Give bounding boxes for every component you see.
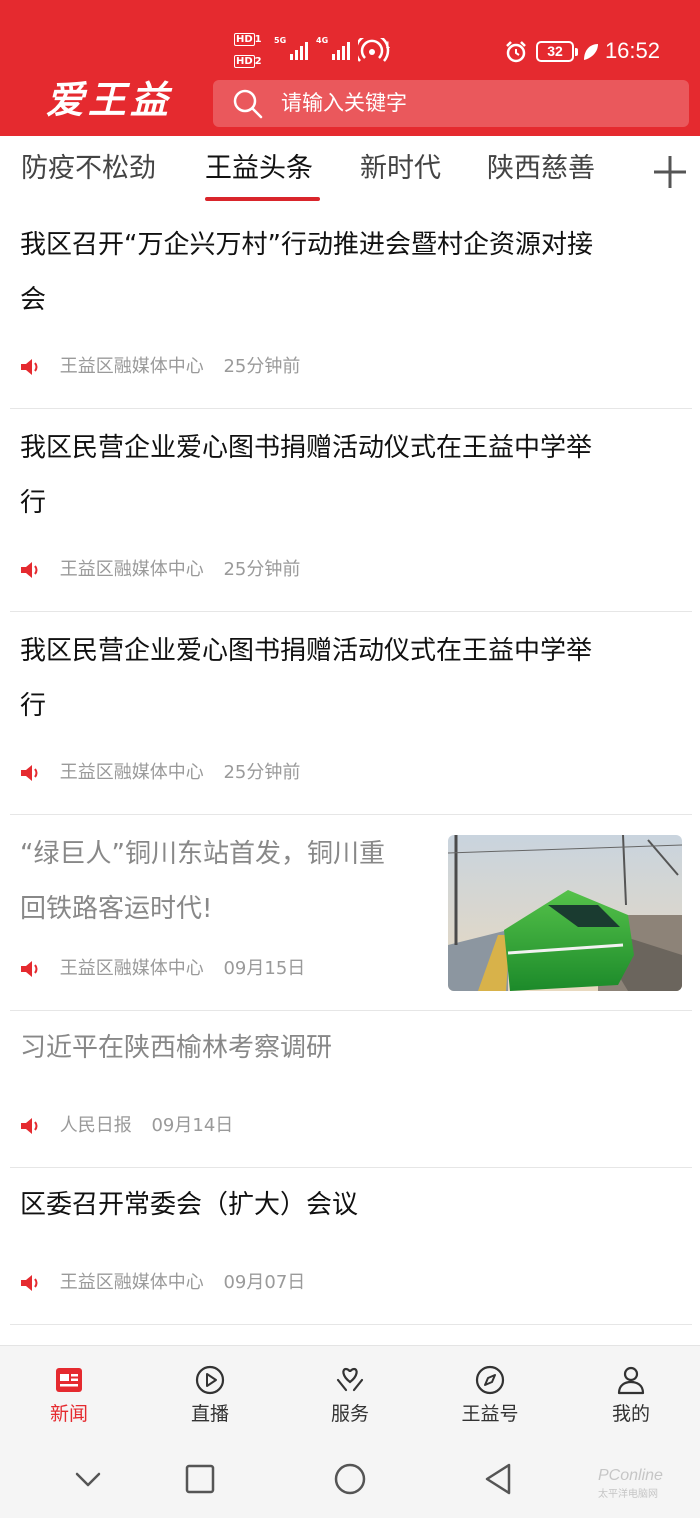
speaker-icon[interactable] (20, 1116, 42, 1136)
news-time: 25分钟前 (223, 559, 301, 580)
news-meta: 王益区融媒体中心 25分钟前 (20, 355, 300, 379)
hotspot-icon: 1 (358, 38, 391, 62)
speaker-icon[interactable] (20, 560, 42, 580)
collapse-chevron-down-icon[interactable] (72, 1461, 104, 1497)
news-meta: 王益区融媒体中心 25分钟前 (20, 558, 300, 582)
service-icon (336, 1367, 364, 1392)
search-bar[interactable]: 请输入关键字 (213, 80, 689, 127)
news-title: 我区民营企业爱心图书捐赠活动仪式在王益中学举行 (20, 636, 593, 721)
status-bar: HD 1 HD 2 5G 4G 1 32 16:52 (234, 33, 660, 68)
nav-wangyihao[interactable]: 王益号 (445, 1364, 535, 1426)
news-title: 习近平在陕西榆林考察调研 (20, 1033, 333, 1063)
home-circle-icon[interactable] (332, 1461, 368, 1497)
battery-indicator: 32 (536, 41, 578, 62)
tab-xinshidai[interactable]: 新时代 (360, 151, 441, 187)
back-triangle-icon[interactable] (482, 1461, 514, 1497)
nav-mine[interactable]: 我的 (586, 1364, 676, 1426)
speaker-icon[interactable] (20, 1273, 42, 1293)
news-item[interactable]: “绿巨人”铜川东站首发，铜川重 回铁路客运时代! 王益区融媒体中心 09月15日 (10, 815, 692, 1011)
nav-label: 我的 (611, 1403, 650, 1425)
tab-fangyi[interactable]: 防疫不松劲 (21, 151, 156, 187)
news-title: “绿巨人”铜川东站首发，铜川重 回铁路客运时代! (20, 839, 385, 924)
svg-text:1: 1 (385, 41, 391, 51)
news-source: 王益区融媒体中心 (59, 356, 204, 377)
news-item[interactable]: 区委召开常委会（扩大）会议 王益区融媒体中心 09月07日 (10, 1168, 692, 1325)
news-source: 王益区融媒体中心 (59, 762, 204, 783)
nav-label: 服务 (330, 1403, 369, 1425)
bottom-tab-bar: 新闻 直播 服务 王益号 我的 (0, 1345, 700, 1441)
app-logo: 爱王益 (46, 77, 173, 122)
news-source: 王益区融媒体中心 (59, 958, 204, 979)
news-time: 25分钟前 (223, 356, 301, 377)
search-placeholder: 请输入关键字 (281, 91, 407, 115)
search-icon (233, 89, 263, 119)
add-channel-icon[interactable] (652, 154, 688, 190)
news-thumbnail-train-image[interactable] (448, 835, 682, 991)
system-navigation-bar: PConline 太平洋电脑网 (0, 1441, 700, 1518)
watermark-logo: PConline 太平洋电脑网 (598, 1467, 663, 1500)
hd2-indicator: HD 2 (234, 55, 262, 68)
news-item[interactable]: 习近平在陕西榆林考察调研 人民日报 09月14日 (10, 1011, 692, 1168)
recent-apps-square-icon[interactable] (184, 1461, 216, 1497)
news-item[interactable]: 我区民营企业爱心图书捐赠活动仪式在王益中学举行 王益区融媒体中心 25分钟前 (10, 612, 692, 815)
nav-live[interactable]: 直播 (165, 1364, 255, 1426)
news-source: 人民日报 (59, 1115, 132, 1136)
hd1-indicator: HD 1 (234, 33, 262, 46)
news-time: 09月14日 (151, 1115, 234, 1136)
nav-label: 直播 (190, 1403, 229, 1425)
tab-wangyi-toutiao[interactable]: 王益头条 (205, 151, 313, 187)
news-source: 王益区融媒体中心 (59, 559, 204, 580)
nav-service[interactable]: 服务 (305, 1364, 395, 1426)
news-meta: 王益区融媒体中心 09月15日 (20, 957, 305, 981)
news-meta: 人民日报 09月14日 (20, 1114, 233, 1138)
clock: 16:52 (604, 38, 660, 63)
news-time: 09月07日 (223, 1272, 306, 1293)
speaker-icon[interactable] (20, 959, 42, 979)
news-source: 王益区融媒体中心 (59, 1272, 204, 1293)
news-time: 25分钟前 (223, 762, 301, 783)
nav-label: 王益号 (461, 1403, 519, 1425)
news-title: 区委召开常委会（扩大）会议 (20, 1190, 359, 1220)
leaf-icon (584, 44, 598, 60)
news-icon (56, 1368, 82, 1392)
news-time: 09月15日 (223, 958, 306, 979)
news-meta: 王益区融媒体中心 09月07日 (20, 1271, 305, 1295)
play-icon (195, 1365, 225, 1395)
tab-shaanxi-cishan[interactable]: 陕西慈善 (487, 151, 595, 187)
nav-news[interactable]: 新闻 (24, 1364, 114, 1426)
compass-icon (475, 1365, 505, 1395)
news-item[interactable]: 我区召开“万企兴万村”行动推进会暨村企资源对接会 王益区融媒体中心 25分钟前 (10, 206, 692, 409)
channel-tabs: 防疫不松劲 王益头条 新时代 陕西慈善 (0, 136, 700, 206)
alarm-icon (506, 41, 526, 63)
active-tab-indicator (205, 197, 320, 201)
news-title: 我区召开“万企兴万村”行动推进会暨村企资源对接会 (20, 230, 593, 315)
speaker-icon[interactable] (20, 763, 42, 783)
news-item[interactable]: 我区民营企业爱心图书捐赠活动仪式在王益中学举行 王益区融媒体中心 25分钟前 (10, 409, 692, 612)
app-header: HD 1 HD 2 5G 4G 1 32 16:52 爱王益 请输入关键字 (0, 0, 700, 136)
user-icon (617, 1366, 645, 1395)
nav-label: 新闻 (49, 1403, 88, 1425)
speaker-icon[interactable] (20, 357, 42, 377)
news-meta: 王益区融媒体中心 25分钟前 (20, 761, 300, 785)
news-title: 我区民营企业爱心图书捐赠活动仪式在王益中学举行 (20, 433, 593, 518)
